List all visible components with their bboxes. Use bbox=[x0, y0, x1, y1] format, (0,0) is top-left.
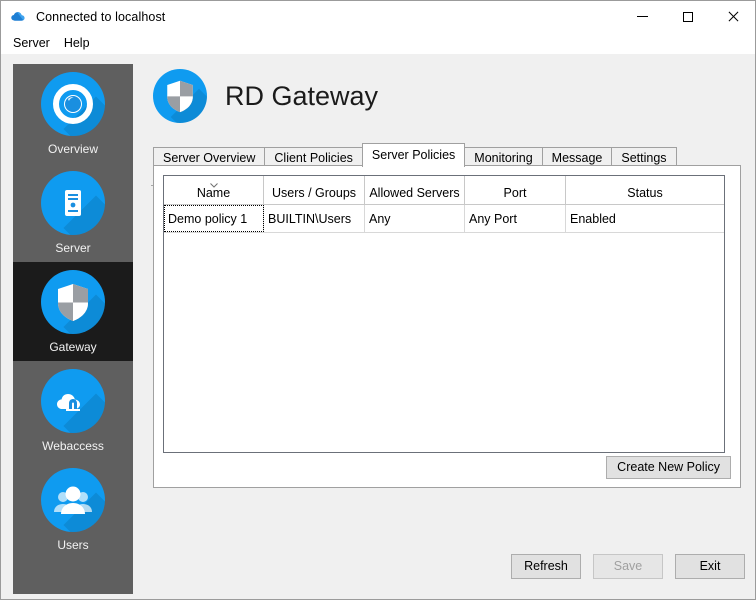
tab-message[interactable]: Message bbox=[541, 147, 613, 167]
cloud-arch-icon bbox=[41, 369, 105, 433]
refresh-button[interactable]: Refresh bbox=[511, 554, 581, 579]
sidebar-item-server[interactable]: Server bbox=[13, 163, 133, 262]
menu-bar: Server Help bbox=[1, 32, 755, 54]
tab-panel-server-policies: Name Users / Groups Allowed Servers Port bbox=[153, 165, 741, 488]
column-header-allowed-servers[interactable]: Allowed Servers bbox=[365, 176, 465, 204]
table-header-row: Name Users / Groups Allowed Servers Port bbox=[164, 176, 724, 205]
cell-name[interactable]: Demo policy 1 bbox=[164, 205, 264, 232]
shield-icon bbox=[153, 69, 207, 123]
tab-monitoring[interactable]: Monitoring bbox=[464, 147, 543, 167]
window-controls bbox=[620, 1, 755, 32]
page-title: RD Gateway bbox=[225, 80, 379, 111]
sidebar-item-label: Users bbox=[57, 538, 89, 552]
create-new-policy-container: Create New Policy bbox=[606, 456, 731, 479]
application-window: Connected to localhost Server Help Overv… bbox=[0, 0, 756, 600]
column-header-port[interactable]: Port bbox=[465, 176, 566, 204]
exit-button[interactable]: Exit bbox=[675, 554, 745, 579]
menu-item-help[interactable]: Help bbox=[59, 34, 99, 53]
table-row[interactable]: Demo policy 1 BUILTIN\Users Any Any Port… bbox=[164, 205, 724, 233]
sidebar-item-webaccess[interactable]: Webaccess bbox=[13, 361, 133, 460]
column-header-status[interactable]: Status bbox=[566, 176, 724, 204]
users-group-icon bbox=[41, 468, 105, 532]
close-icon bbox=[727, 11, 738, 22]
cell-users-groups[interactable]: BUILTIN\Users bbox=[264, 205, 365, 232]
tab-server-overview[interactable]: Server Overview bbox=[153, 147, 266, 167]
maximize-button[interactable] bbox=[665, 1, 710, 32]
minimize-button[interactable] bbox=[620, 1, 665, 32]
window-title: Connected to localhost bbox=[36, 9, 166, 24]
column-header-label: Port bbox=[503, 186, 527, 200]
server-tower-icon bbox=[41, 171, 105, 235]
column-header-label: Status bbox=[627, 186, 663, 200]
sidebar-item-overview[interactable]: Overview bbox=[13, 64, 133, 163]
title-bar: Connected to localhost bbox=[1, 1, 755, 32]
overview-ring-icon bbox=[41, 72, 105, 136]
sidebar-item-gateway[interactable]: Gateway bbox=[13, 262, 133, 361]
minimize-icon bbox=[637, 16, 648, 17]
sidebar-item-label: Overview bbox=[47, 142, 98, 156]
create-new-policy-button[interactable]: Create New Policy bbox=[606, 456, 731, 479]
maximize-icon bbox=[682, 11, 693, 22]
page-header: RD Gateway bbox=[153, 69, 378, 123]
close-button[interactable] bbox=[710, 1, 755, 32]
column-header-label: Users / Groups bbox=[271, 186, 357, 200]
column-header-label: Allowed Servers bbox=[369, 186, 460, 200]
column-header-name[interactable]: Name bbox=[164, 176, 264, 204]
menu-item-server[interactable]: Server bbox=[8, 34, 59, 53]
content-area: Overview Server Gateway Webaccess Users … bbox=[1, 54, 755, 599]
tab-strip: Server Overview Client Policies Server P… bbox=[153, 143, 677, 167]
server-policies-table[interactable]: Name Users / Groups Allowed Servers Port bbox=[163, 175, 725, 453]
sidebar-item-label: Gateway bbox=[49, 340, 97, 354]
cloud-icon bbox=[10, 8, 28, 26]
column-header-label: Name bbox=[196, 186, 231, 200]
sidebar-item-label: Webaccess bbox=[42, 439, 104, 453]
sidebar: Overview Server Gateway Webaccess Users bbox=[13, 64, 133, 594]
cell-port[interactable]: Any Port bbox=[465, 205, 566, 232]
main-panel: RD Gateway Server Overview Client Polici… bbox=[143, 54, 755, 599]
footer-buttons: Refresh Save Exit bbox=[511, 554, 745, 579]
shield-icon bbox=[41, 270, 105, 334]
tab-client-policies[interactable]: Client Policies bbox=[264, 147, 363, 167]
save-button[interactable]: Save bbox=[593, 554, 663, 579]
tab-server-policies[interactable]: Server Policies bbox=[361, 143, 466, 167]
sort-descending-icon bbox=[209, 177, 218, 188]
sidebar-item-users[interactable]: Users bbox=[13, 460, 133, 559]
column-header-users-groups[interactable]: Users / Groups bbox=[264, 176, 365, 204]
cell-status[interactable]: Enabled bbox=[566, 205, 724, 232]
sidebar-item-label: Server bbox=[55, 241, 91, 255]
cell-allowed-servers[interactable]: Any bbox=[365, 205, 465, 232]
tab-settings[interactable]: Settings bbox=[611, 147, 677, 167]
